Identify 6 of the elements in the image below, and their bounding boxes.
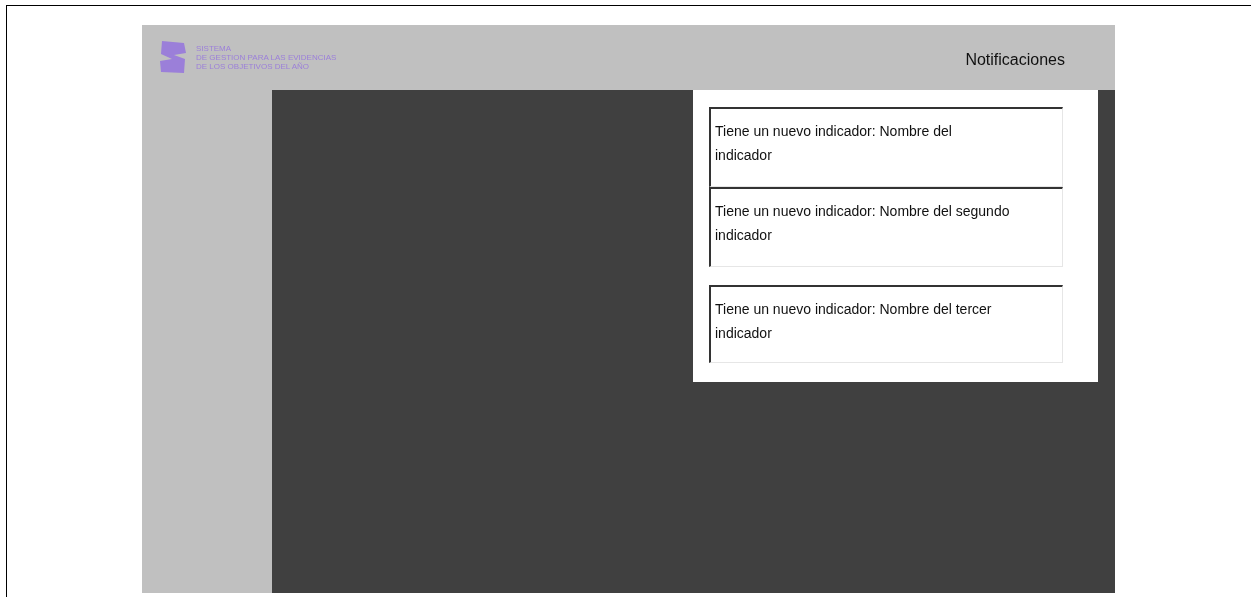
- logo-icon: [158, 39, 188, 75]
- notification-item[interactable]: Tiene un nuevo indicador: Nombre del segundo indicador: [709, 187, 1063, 267]
- logo-text: SISTEMA: [196, 43, 233, 53]
- notification-item[interactable]: Tiene un nuevo indicador: Nombre del tercer indicador: [709, 285, 1063, 363]
- notification-item[interactable]: Tiene un nuevo indicador: Nombre del indicador: [709, 107, 1063, 187]
- notifications-link[interactable]: Notificaciones: [965, 51, 1065, 69]
